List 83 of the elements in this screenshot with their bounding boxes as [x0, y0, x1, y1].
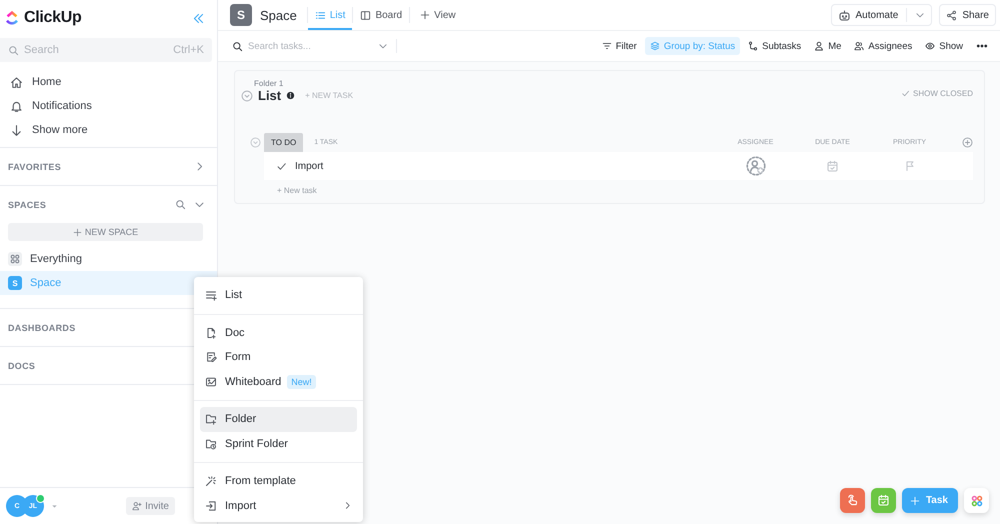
menu-item[interactable]: Import: [200, 494, 357, 518]
hand-icon: [846, 494, 859, 507]
info-icon: [286, 91, 296, 100]
menu-item[interactable]: Form: [200, 345, 357, 370]
robot-icon: [838, 8, 850, 22]
search-icon: [8, 44, 19, 56]
app-logo: ClickUp: [24, 9, 82, 27]
automate-button[interactable]: Automate: [830, 4, 932, 26]
folder-label: Folder 1: [253, 79, 284, 88]
list-add-icon: [205, 289, 217, 302]
space-item[interactable]: Everything: [0, 247, 217, 271]
plus-icon: [420, 10, 430, 20]
people-icon: [854, 41, 864, 51]
action-button[interactable]: [870, 488, 896, 513]
invite-button[interactable]: Invite: [126, 497, 175, 515]
section-title[interactable]: SPACES: [8, 200, 46, 210]
plus-icon: [910, 496, 920, 506]
section-title[interactable]: FAVORITES: [8, 162, 62, 172]
calendar-icon: [826, 160, 839, 172]
home-icon: [10, 76, 23, 88]
filter-icon: [602, 41, 612, 51]
plus-icon: [72, 228, 82, 236]
menu-item[interactable]: From template: [200, 469, 357, 494]
space-avatar: S: [230, 4, 252, 26]
shortcut-hint: Ctrl+K: [173, 44, 204, 56]
add-column-icon: [962, 137, 973, 148]
menu-item[interactable]: Doc: [200, 320, 357, 345]
form-icon: [205, 351, 217, 364]
toolbar-button[interactable]: Show: [920, 37, 968, 55]
toolbar-button[interactable]: Assignees: [849, 37, 918, 55]
logo-icon: [4, 10, 20, 26]
search-placeholder: Search tasks...: [248, 40, 312, 52]
nav-item[interactable]: Notifications: [0, 94, 217, 118]
board-icon: [360, 10, 372, 20]
sprint-folder-icon: [205, 438, 217, 450]
view-tab[interactable]: Board: [353, 0, 410, 30]
nav-item[interactable]: Show more: [0, 118, 217, 142]
collapse-icon: [192, 12, 205, 24]
add-user-icon: [132, 501, 142, 511]
collapse-icon: [250, 137, 261, 148]
subtasks-icon: [748, 41, 758, 51]
action-button[interactable]: [840, 488, 865, 513]
import-icon: [205, 500, 217, 512]
add-assignee-icon: [746, 156, 766, 176]
new-badge: New!: [287, 374, 316, 389]
person-icon: [814, 41, 824, 51]
list-icon: [314, 10, 326, 20]
menu-item[interactable]: Sprint Folder: [200, 432, 357, 456]
doc-add-icon: [205, 326, 217, 339]
check-icon: [276, 160, 287, 172]
toolbar-button[interactable]: Me: [809, 37, 846, 55]
search-icon: [175, 199, 186, 210]
bell-icon: [10, 100, 23, 112]
list-title: List: [258, 88, 282, 103]
collapse-icon: [241, 90, 253, 102]
arrow-down-icon: [10, 124, 23, 136]
check-icon: [900, 88, 910, 98]
flag-icon: [904, 160, 916, 172]
section-title[interactable]: DASHBOARDS: [8, 322, 76, 332]
section-title[interactable]: DOCS: [8, 360, 36, 370]
space-title: Space: [260, 8, 297, 22]
share-icon: [946, 10, 958, 20]
action-button[interactable]: [964, 488, 989, 513]
nav-item[interactable]: Home: [0, 70, 217, 94]
apps-icon: [970, 494, 982, 506]
status-label: TO DO: [264, 133, 304, 152]
search-placeholder: Search: [24, 44, 60, 56]
grid-icon: [8, 252, 22, 266]
menu-item[interactable]: Folder: [200, 407, 357, 432]
layers-icon: [650, 41, 660, 51]
whiteboard-icon: [205, 376, 217, 388]
space-avatar: S: [8, 276, 22, 290]
task-name[interactable]: Import: [295, 160, 324, 172]
calendar-icon: [876, 494, 890, 507]
toolbar-button[interactable]: Filter: [596, 37, 642, 55]
add-view-button[interactable]: View: [410, 10, 466, 20]
menu-item[interactable]: Whiteboard New!: [200, 370, 357, 394]
folder-add-icon: [205, 413, 217, 426]
toolbar-button[interactable]: Subtasks: [743, 37, 806, 55]
eye-icon: [925, 41, 936, 51]
search-icon: [232, 40, 243, 52]
sparkle-wand-icon: [205, 475, 217, 488]
share-button[interactable]: Share: [939, 4, 996, 26]
